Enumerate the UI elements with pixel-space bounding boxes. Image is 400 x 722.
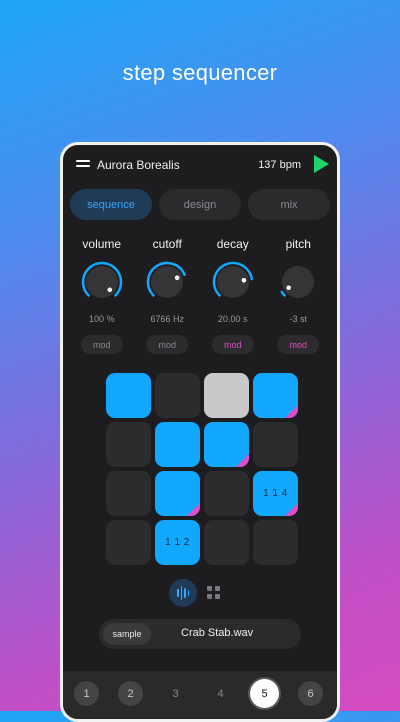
knob-label: volume: [82, 237, 122, 251]
headline: step sequencer: [122, 60, 278, 85]
tab-bar: sequence design mix: [70, 189, 330, 220]
page-button[interactable]: 5: [250, 679, 279, 708]
knob-label: decay: [216, 237, 249, 251]
page-button[interactable]: 3: [163, 681, 188, 706]
pad-label: 1 1 4: [263, 488, 288, 499]
step-pad[interactable]: [204, 422, 249, 467]
mod-button[interactable]: mod: [277, 335, 320, 354]
step-pad[interactable]: 1 1 4: [253, 471, 298, 516]
page-button[interactable]: 1: [74, 681, 99, 706]
knob-value: 100 %: [88, 314, 115, 324]
sample-filename: Crab Stab.wav: [181, 627, 254, 639]
top-bar: Aurora Borealis 137 bpm: [63, 145, 337, 185]
step-pad[interactable]: [106, 520, 151, 565]
grid-view-icon[interactable]: [207, 586, 221, 600]
step-pad[interactable]: [204, 520, 249, 565]
knob-dial[interactable]: [78, 258, 126, 306]
tab-sequence[interactable]: sequence: [70, 189, 152, 220]
project-title: Aurora Borealis: [97, 158, 180, 172]
sample-tag: sample: [103, 623, 151, 645]
knob-dial[interactable]: [274, 258, 322, 306]
step-pad[interactable]: [155, 422, 200, 467]
page-button[interactable]: 2: [118, 681, 143, 706]
knob-label: pitch: [285, 237, 311, 251]
step-pad[interactable]: [106, 422, 151, 467]
waveform-view-button[interactable]: [169, 579, 197, 607]
bpm-display[interactable]: 137 bpm: [258, 159, 301, 171]
view-toggle: [63, 579, 337, 607]
knob-dial[interactable]: [143, 258, 191, 306]
mod-button[interactable]: mod: [80, 335, 123, 354]
sample-selector[interactable]: sample Crab Stab.wav: [99, 619, 301, 649]
knob-cutoff: cutoff 6766 Hz mod: [135, 237, 201, 354]
knob-pitch: pitch -3 st mod: [266, 237, 332, 354]
pad-grid: 1 1 4 1 1 2: [106, 373, 298, 565]
menu-icon[interactable]: [76, 160, 90, 170]
mod-button[interactable]: mod: [146, 335, 189, 354]
step-pad[interactable]: 1 1 2: [155, 520, 200, 565]
knob-value: 6766 Hz: [150, 314, 185, 324]
tab-design[interactable]: design: [159, 189, 241, 220]
app-screen: Aurora Borealis 137 bpm sequence design …: [60, 142, 340, 722]
mod-indicator: [285, 503, 298, 516]
mod-indicator: [285, 405, 298, 418]
step-pad[interactable]: [204, 471, 249, 516]
step-pad[interactable]: [204, 373, 249, 418]
step-pad[interactable]: [155, 373, 200, 418]
mod-button[interactable]: mod: [211, 335, 254, 354]
knob-decay: decay 20.00 s mod: [200, 237, 266, 354]
tab-mix[interactable]: mix: [248, 189, 330, 220]
page-button[interactable]: 6: [298, 681, 323, 706]
pattern-page-bar: 123456: [63, 671, 337, 719]
page-button[interactable]: 4: [208, 681, 233, 706]
step-pad[interactable]: [253, 373, 298, 418]
mod-indicator: [187, 503, 200, 516]
step-pad[interactable]: [106, 471, 151, 516]
knob-panel: volume 100 % mod cutoff 6766 Hz mod decay 20.00…: [69, 237, 331, 354]
step-pad[interactable]: [155, 471, 200, 516]
pad-label: 1 1 2: [165, 537, 190, 548]
step-pad[interactable]: [106, 373, 151, 418]
step-pad[interactable]: [253, 520, 298, 565]
mod-indicator: [236, 454, 249, 467]
knob-label: cutoff: [152, 237, 182, 251]
step-pad[interactable]: [253, 422, 298, 467]
knob-dial[interactable]: [209, 258, 257, 306]
knob-value: 20.00 s: [217, 314, 248, 324]
play-icon[interactable]: [314, 155, 329, 173]
knob-volume: volume 100 % mod: [69, 237, 135, 354]
knob-value: -3 st: [289, 314, 307, 324]
